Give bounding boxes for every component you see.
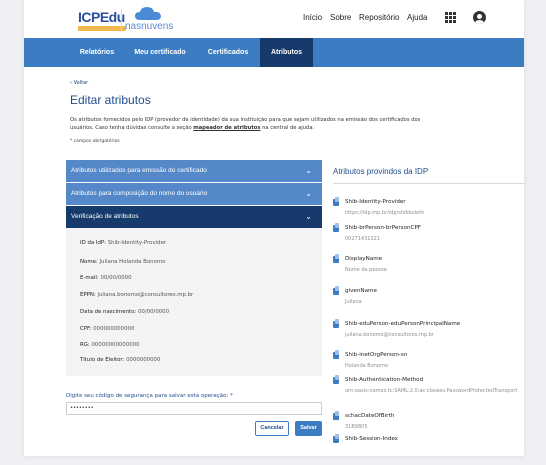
accordion-composicao[interactable]: Atributos para composição do nome do usu… (66, 183, 322, 205)
attribute-name: Shib-Authentication-Method (345, 377, 424, 383)
nasnuvens-logo[interactable]: nasnuvens (125, 6, 174, 34)
accordion-emissao-label: Atributos utilizados para emissão do cer… (71, 167, 207, 174)
security-code-label: Digite seu código de segurança para salv… (66, 393, 233, 399)
attribute-value: juliana.bonomo@consultores.mp.br (345, 332, 434, 338)
verification-row: E-mail: 00/00/0000 (80, 275, 132, 281)
nav-inicio[interactable]: Início (303, 13, 322, 22)
tab-certificados[interactable]: Certificados (196, 38, 260, 67)
attribute-name: Shib-inetOrgPerson-sn (345, 352, 408, 358)
intro-line-2b: na central de ajuda. (260, 125, 315, 131)
attribute-name: Shib-brPerson-brPersonCPF (345, 225, 422, 231)
verification-row: Título de Eleitor: 0000000000 (80, 357, 161, 363)
copy-icon[interactable] (333, 319, 339, 328)
apps-grid-icon[interactable] (445, 12, 457, 24)
copy-icon[interactable] (333, 223, 339, 232)
verification-row: ID da IdP: Shib-Identity-Provider (80, 240, 167, 246)
verification-panel: ID da IdP: Shib-Identity-Provider Nome: … (66, 228, 322, 376)
chevron-down-icon: ⌄ (305, 212, 312, 221)
attribute-value: Juliana (345, 299, 362, 305)
copy-icon[interactable] (333, 254, 339, 263)
cancel-button[interactable]: Cancelar (255, 421, 289, 436)
nav-sobre[interactable]: Sobre (330, 13, 351, 22)
attribute-name: Shib-Identity-Provider (345, 199, 406, 205)
accordion-verificacao[interactable]: Verificação de atributos ⌄ (66, 206, 322, 228)
back-label: Voltar (73, 80, 89, 86)
accordion-verificacao-label: Verificação de atributos (71, 213, 139, 220)
accordion-composicao-label: Atributos para composição do nome do usu… (71, 190, 208, 197)
icpedu-logo-stripe (78, 26, 126, 31)
app-frame: ICPEdu nasnuvens Início Sobre Repositóri… (24, 0, 524, 456)
nasnuvens-logo-text: nasnuvens (125, 21, 174, 32)
verification-row: Nome: Juliana Holanda Bonomo (80, 259, 166, 265)
copy-icon[interactable] (333, 375, 339, 384)
verification-row: RG: 00000000000000 (80, 342, 140, 348)
save-button[interactable]: Salvar (295, 421, 322, 436)
attribute-value: 31B9805 (345, 424, 368, 430)
mapeador-link[interactable]: mapeador de atributos (193, 125, 260, 131)
attribute-name: Shib-Session-Index (345, 436, 398, 442)
copy-icon[interactable] (333, 197, 339, 206)
intro-line-2a: usuários. Caso tenha dúvidas consulte a … (70, 125, 194, 131)
attribute-name: DisplayName (345, 256, 383, 262)
page-title: Editar atributos (70, 93, 151, 107)
copy-icon[interactable] (333, 411, 339, 420)
nav-repositorio[interactable]: Repositório (359, 13, 399, 22)
attribute-name: Shib-eduPerson-eduPersonPrincipalName (345, 321, 461, 327)
logo-divider (121, 9, 122, 31)
attribute-value: https://idp.mp.br/idp/shibboleth (345, 210, 425, 216)
tab-relatorios[interactable]: Relatórios (70, 38, 124, 67)
verification-row: EPPN: juliana.bonomo@consultores.mp.br (80, 292, 194, 298)
idp-attributes-divider (333, 183, 524, 184)
attribute-value: Holanda Bonomo (345, 363, 388, 369)
copy-icon[interactable] (333, 286, 339, 295)
attribute-value: Nome da pessoa (345, 267, 387, 273)
idp-attributes-title: Atributos provindos da IDP (333, 167, 429, 176)
tab-meu-certificado[interactable]: Meu certificado (124, 38, 196, 67)
user-avatar-icon[interactable] (473, 11, 486, 24)
copy-icon[interactable] (333, 350, 339, 359)
accordion-emissao[interactable]: Atributos utilizados para emissão do cer… (66, 160, 322, 182)
intro-line-1: Os atributos fornecidos pelo IDP (proved… (70, 117, 421, 123)
tab-atributos[interactable]: Atributos (260, 38, 313, 67)
copy-icon[interactable] (333, 434, 339, 443)
top-header: ICPEdu nasnuvens Início Sobre Repositóri… (24, 0, 524, 38)
back-link[interactable]: ‹ Voltar (70, 80, 88, 86)
intro-text: Os atributos fornecidos pelo IDP (proved… (70, 116, 490, 132)
required-note: * campos obrigatórios (70, 139, 120, 144)
attribute-name: givenName (345, 288, 377, 294)
attribute-value: 00271431121 (345, 236, 380, 242)
verification-row: CPF: 000000000000 (80, 326, 135, 332)
attribute-name: schacDateOfBirth (345, 413, 395, 419)
cloud-icon (135, 7, 161, 20)
nav-ajuda[interactable]: Ajuda (407, 13, 427, 22)
chevron-down-icon: ⌄ (305, 189, 312, 198)
icpedu-logo-text: ICPEdu (78, 9, 125, 25)
main-navigation: Relatórios Meu certificado Certificados … (24, 38, 524, 67)
attribute-value: urn:oasis:names:tc:SAML:2.0:ac:classes:P… (345, 388, 518, 394)
security-code-input[interactable]: •••••••• (66, 402, 322, 415)
chevron-down-icon: ⌄ (305, 166, 312, 175)
verification-row: Data de nascimento: 00/00/0000 (80, 309, 170, 315)
